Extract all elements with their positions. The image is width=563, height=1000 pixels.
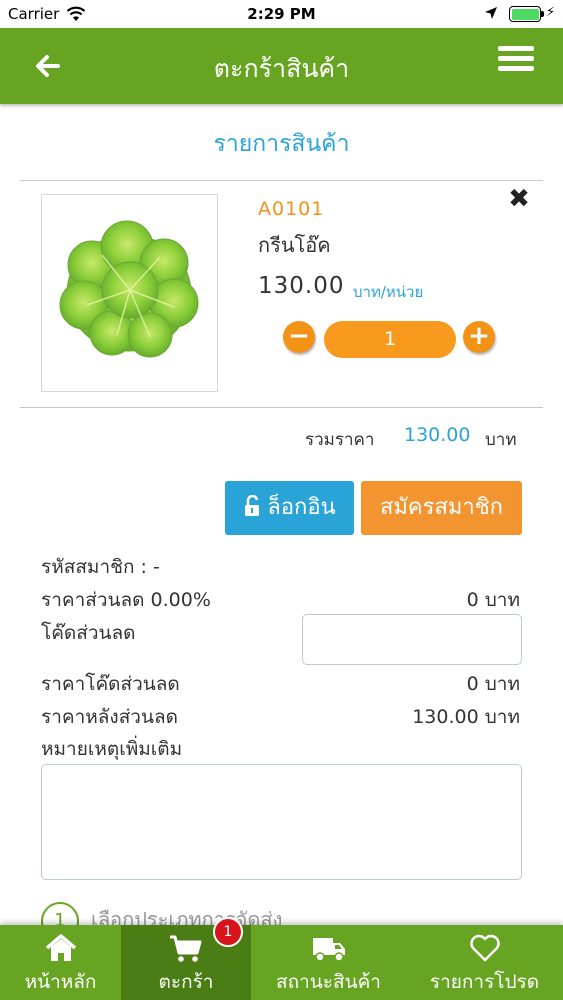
tab-favorites-label: รายการโปรด xyxy=(429,971,540,993)
hamburger-menu-icon[interactable] xyxy=(498,46,534,76)
total-label: รวมราคา xyxy=(305,430,375,450)
section-title: รายการสินค้า xyxy=(213,131,350,157)
member-code: รหัสสมาชิก : - xyxy=(41,556,160,578)
decrease-quantity-button[interactable]: − xyxy=(283,321,315,353)
coupon-discount-value: 0 บาท xyxy=(466,673,520,695)
location-arrow-icon xyxy=(485,7,497,19)
battery-icon xyxy=(509,6,541,22)
discount-value: 0 บาท xyxy=(466,589,520,611)
tab-bar: หน้าหลัก ตะกร้า สถานะสินค้า รายการโปรด xyxy=(0,925,563,1000)
coupon-label: โค๊ดส่วนลด xyxy=(41,622,136,644)
battery-tip xyxy=(541,11,544,17)
charging-icon: ⚡ xyxy=(546,5,556,20)
total-value: 130.00 xyxy=(404,424,471,446)
tab-home[interactable]: หน้าหลัก xyxy=(0,925,121,1000)
total-unit: บาท xyxy=(485,430,517,450)
price-unit: บาท/หน่วย xyxy=(353,283,424,301)
product-code: A0101 xyxy=(258,198,325,220)
lettuce-illustration xyxy=(59,220,199,358)
clock: 2:29 PM xyxy=(247,5,316,23)
remove-item-icon[interactable]: ✖ xyxy=(506,186,532,212)
note-textarea[interactable] xyxy=(41,764,522,880)
truck-icon xyxy=(312,938,345,962)
cart-count-badge: 1 xyxy=(213,917,243,947)
discount-label: ราคาส่วนลด 0.00% xyxy=(41,589,211,611)
increase-quantity-button[interactable]: + xyxy=(463,321,495,353)
login-button[interactable]: ล็อกอิน xyxy=(225,481,354,535)
status-bar: Carrier 2:29 PM ⚡ xyxy=(0,0,563,28)
register-button[interactable]: สมัครสมาชิก xyxy=(361,481,522,535)
tab-order-status[interactable]: สถานะสินค้า xyxy=(251,925,406,1000)
tab-favorites[interactable]: รายการโปรด xyxy=(406,925,563,1000)
unlock-icon xyxy=(245,495,260,516)
home-icon xyxy=(45,934,76,961)
coupon-discount-label: ราคาโค๊ดส่วนลด xyxy=(41,673,180,695)
nav-bar: ตะกร้าสินค้า xyxy=(0,28,563,104)
note-label: หมายเหตุเพิ่มเติม xyxy=(41,738,183,760)
quantity-field[interactable]: 1 xyxy=(324,321,456,358)
divider xyxy=(20,180,543,181)
login-button-label: ล็อกอิน xyxy=(267,495,336,520)
tab-cart-label: ตะกร้า xyxy=(158,971,214,993)
product-image xyxy=(41,194,218,392)
coupon-code-input[interactable] xyxy=(302,614,522,665)
after-discount-value: 130.00 บาท xyxy=(412,706,520,728)
heart-icon xyxy=(469,934,500,962)
divider xyxy=(20,407,543,408)
product-price: 130.00 xyxy=(258,273,345,299)
tab-order-status-label: สถานะสินค้า xyxy=(276,971,381,993)
cart-icon xyxy=(170,935,202,962)
after-discount-label: ราคาหลังส่วนลด xyxy=(41,706,178,728)
product-name: กรีนโอ๊ค xyxy=(258,233,331,257)
tab-home-label: หน้าหลัก xyxy=(24,971,97,993)
page-title: ตะกร้าสินค้า xyxy=(213,54,350,83)
